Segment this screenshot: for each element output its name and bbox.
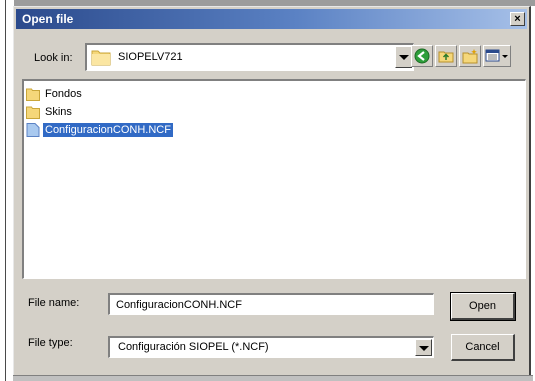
list-item-label: Fondos xyxy=(45,87,82,100)
file-name-input[interactable] xyxy=(108,293,434,315)
open-file-dialog: Open file × Look in: SIOPELV721 Fondos S… xyxy=(13,6,531,378)
list-item-skins[interactable]: Skins xyxy=(26,103,74,120)
new-folder-button[interactable] xyxy=(459,45,481,67)
file-list[interactable]: Fondos Skins ConfiguracionCONH.NCF xyxy=(22,79,526,279)
background-window-statusbar xyxy=(13,375,533,381)
dialog-title: Open file xyxy=(22,12,74,26)
folder-icon xyxy=(26,106,40,119)
back-icon xyxy=(414,48,430,64)
open-button-label: Open xyxy=(469,300,496,312)
look-in-label: Look in: xyxy=(34,52,73,64)
folder-icon xyxy=(91,50,111,66)
list-item-fondos[interactable]: Fondos xyxy=(26,85,84,102)
look-in-dropdown[interactable]: SIOPELV721 xyxy=(85,43,414,71)
back-button[interactable] xyxy=(411,45,433,67)
file-icon xyxy=(26,122,40,137)
file-type-dropdown-arrow[interactable] xyxy=(415,339,432,356)
file-type-value: Configuración SIOPEL (*.NCF) xyxy=(118,341,269,353)
folder-icon xyxy=(26,88,40,101)
list-item-configuracion[interactable]: ConfiguracionCONH.NCF xyxy=(26,121,173,138)
file-name-label: File name: xyxy=(28,297,80,309)
cancel-button-label: Cancel xyxy=(465,341,500,353)
file-type-dropdown[interactable]: Configuración SIOPEL (*.NCF) xyxy=(108,336,434,358)
open-button[interactable]: Open xyxy=(450,292,516,321)
new-folder-icon xyxy=(462,49,478,64)
up-folder-icon xyxy=(438,51,454,63)
background-window-border xyxy=(0,0,14,381)
view-menu-button[interactable] xyxy=(483,45,511,67)
list-item-label: Skins xyxy=(45,105,72,118)
dialog-titlebar[interactable]: Open file × xyxy=(16,9,527,29)
up-folder-button[interactable] xyxy=(435,45,457,67)
file-type-label: File type: xyxy=(28,337,73,349)
view-menu-icon xyxy=(485,49,508,62)
look-in-value: SIOPELV721 xyxy=(118,51,183,63)
close-icon: × xyxy=(514,13,521,25)
list-item-label: ConfiguracionCONH.NCF xyxy=(43,122,173,137)
close-button[interactable]: × xyxy=(510,12,525,26)
look-in-dropdown-arrow[interactable] xyxy=(395,46,412,68)
cancel-button[interactable]: Cancel xyxy=(451,334,515,361)
